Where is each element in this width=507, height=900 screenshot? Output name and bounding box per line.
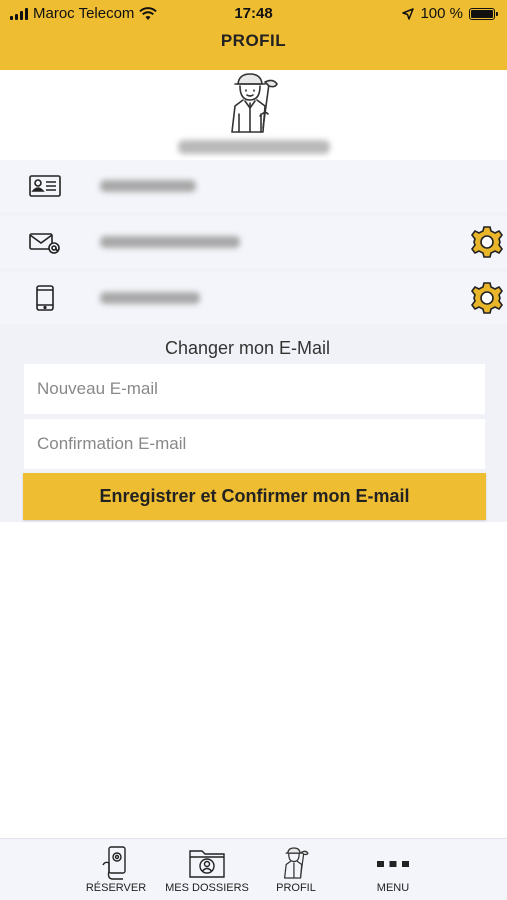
golfer-avatar-icon	[231, 73, 278, 133]
tab-menu[interactable]: MENU	[338, 839, 448, 900]
phone-settings-gear-icon[interactable]	[470, 281, 504, 315]
app-header: Maroc Telecom 17:48 100 % PROFIL	[0, 0, 507, 70]
tab-profil[interactable]: PROFIL	[241, 839, 351, 900]
phone-icon	[36, 285, 54, 311]
info-row-phone	[0, 272, 507, 324]
phone-value-redacted	[100, 292, 200, 304]
confirm-email-input[interactable]	[24, 419, 485, 469]
id-value-redacted	[100, 180, 196, 192]
more-dots-icon	[377, 861, 409, 867]
battery-percent: 100 %	[420, 5, 463, 22]
status-bar: Maroc Telecom 17:48 100 %	[0, 0, 507, 28]
email-settings-gear-icon[interactable]	[470, 225, 504, 259]
info-row-id	[0, 160, 507, 212]
page-title: PROFIL	[220, 31, 287, 50]
email-value-redacted	[100, 236, 240, 248]
id-card-icon	[29, 175, 61, 197]
phone-booking-icon	[102, 846, 126, 880]
tab-bar: RÉSERVER MES DOSSIERS PROFIL MENU	[0, 838, 507, 900]
folder-user-icon	[189, 850, 225, 878]
tab-label-profil: PROFIL	[276, 882, 316, 894]
golfer-avatar-icon	[284, 847, 309, 879]
change-email-title: Changer mon E-Mail	[164, 338, 331, 358]
profile-header	[0, 70, 507, 160]
new-email-input[interactable]	[24, 364, 485, 414]
status-right: 100 %	[402, 5, 498, 22]
profile-name-redacted	[178, 140, 330, 154]
save-email-button[interactable]: Enregistrer et Confirmer mon E-mail	[23, 473, 486, 520]
battery-icon	[469, 7, 498, 20]
tab-label-menu: MENU	[376, 882, 410, 894]
info-row-email	[0, 216, 507, 268]
location-arrow-icon	[402, 7, 415, 20]
email-icon	[29, 233, 60, 254]
